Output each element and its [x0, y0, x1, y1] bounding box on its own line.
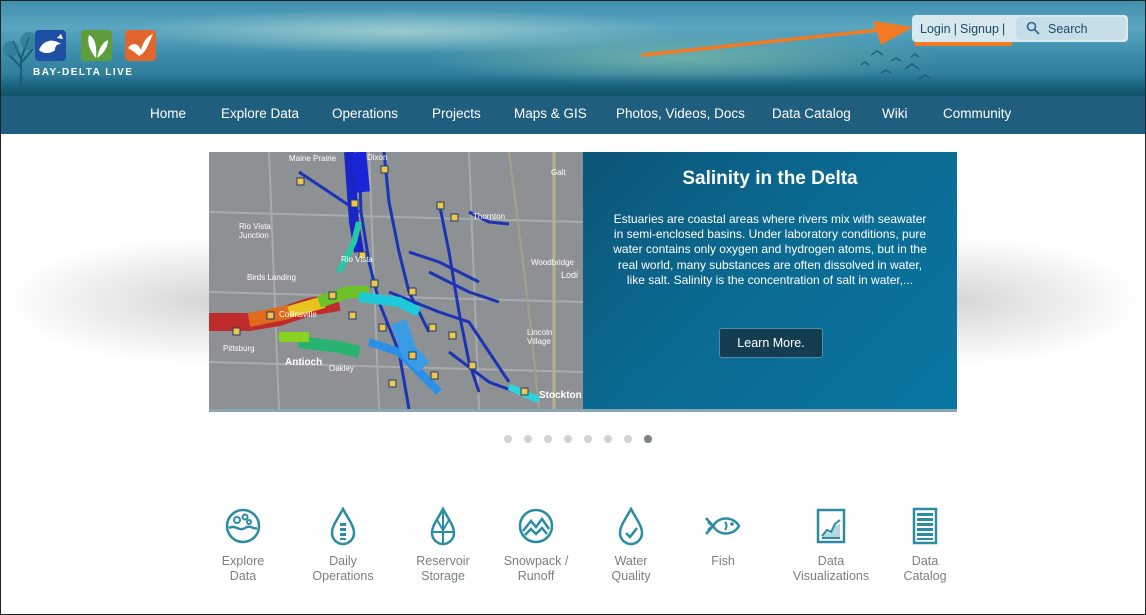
map-label: Stockton — [539, 390, 582, 401]
data-visualizations-icon — [816, 508, 846, 544]
login-highlight-underline — [914, 42, 1012, 46]
carousel-dot-7[interactable] — [624, 435, 632, 443]
nav-community[interactable]: Community — [943, 106, 1011, 121]
nav-home[interactable]: Home — [150, 106, 186, 121]
category-label: Explore Data — [221, 554, 265, 583]
nav-data-catalog[interactable]: Data Catalog — [772, 106, 851, 121]
separator: | — [1001, 21, 1006, 36]
nav-explore-data[interactable]: Explore Data — [221, 106, 299, 121]
category-label: Snowpack / Runoff — [503, 554, 569, 583]
map-label: Galt — [551, 168, 566, 177]
data-catalog-icon — [912, 507, 938, 545]
carousel-dots — [504, 435, 652, 443]
category-daily-operations[interactable]: Daily Operations — [293, 506, 393, 584]
category-snowpack-runoff[interactable]: Snowpack / Runoff — [486, 506, 586, 584]
signup-link[interactable]: Signup — [960, 22, 999, 36]
category-explore-data[interactable]: Explore Data — [193, 506, 293, 584]
category-data-catalog[interactable]: Data Catalog — [875, 506, 975, 584]
category-links: Explore Data Daily Operations Reservoir … — [1, 506, 1145, 606]
carousel-dot-5[interactable] — [584, 435, 592, 443]
nav-maps-gis[interactable]: Maps & GIS — [514, 106, 587, 121]
map-label: Maine Prairie — [289, 154, 337, 163]
search-box[interactable] — [1016, 17, 1126, 40]
category-data-visualizations[interactable]: Data Visualizations — [781, 506, 881, 584]
learn-more-button[interactable]: Learn More. — [719, 328, 823, 358]
carousel-dot-3[interactable] — [544, 435, 552, 443]
search-icon[interactable] — [1026, 21, 1040, 35]
site-logo[interactable]: BAY-DELTA LIVE — [33, 30, 163, 90]
daily-operations-icon — [330, 506, 356, 546]
account-bar: Login | Signup | — [912, 15, 1128, 42]
map-label: Thornton — [473, 212, 506, 221]
nav-photos-videos-docs[interactable]: Photos, Videos, Docs — [616, 106, 745, 121]
carousel-dot-2[interactable] — [524, 435, 532, 443]
salinity-map[interactable]: Maine Prairie Dixon Rio Vista Junction R… — [209, 152, 583, 409]
carousel-dot-1[interactable] — [504, 435, 512, 443]
category-label: Daily Operations — [312, 554, 374, 583]
annotation-arrow-icon — [641, 21, 913, 57]
header-banner: BAY-DELTA LIVE Login | Signup | — [1, 1, 1145, 96]
category-label: Water Quality — [611, 554, 651, 583]
hero-text-panel: Salinity in the Delta Estuaries are coas… — [583, 152, 957, 409]
nav-wiki[interactable]: Wiki — [882, 106, 908, 121]
map-label: Rio Vista — [341, 255, 373, 264]
snowpack-runoff-icon — [518, 508, 554, 544]
map-label: Oakley — [329, 364, 354, 373]
water-quality-icon — [618, 506, 644, 546]
separator: | — [953, 21, 957, 36]
search-input[interactable] — [1048, 19, 1122, 38]
bird-logo-icon — [125, 30, 156, 61]
explore-data-icon — [225, 508, 261, 544]
category-label: Data Visualizations — [792, 554, 870, 583]
category-label: Data Catalog — [903, 554, 947, 583]
map-label: Pittsburg — [223, 344, 255, 353]
hero-body: Estuaries are coastal areas where rivers… — [613, 212, 927, 287]
map-label: Rio Vista Junction — [239, 222, 271, 240]
category-label: Reservoir Storage — [416, 554, 470, 583]
carousel-dot-6[interactable] — [604, 435, 612, 443]
nav-projects[interactable]: Projects — [432, 106, 481, 121]
main-nav: Home Explore Data Operations Projects Ma… — [1, 96, 1145, 134]
hero-slide[interactable]: Maine Prairie Dixon Rio Vista Junction R… — [209, 152, 957, 412]
map-label: Lincoln Village — [527, 328, 553, 346]
hero-title: Salinity in the Delta — [682, 168, 858, 189]
category-label: Fish — [711, 554, 735, 568]
map-label: Antioch — [285, 357, 323, 368]
fish-icon — [705, 517, 741, 535]
leaf-logo-icon — [81, 30, 112, 61]
page-frame: BAY-DELTA LIVE Login | Signup | Home Exp… — [0, 0, 1146, 615]
map-label: Woodbridge — [531, 258, 574, 267]
map-label: Dixon — [367, 153, 388, 162]
login-link[interactable]: Login — [920, 22, 951, 36]
map-label: Collinsville — [279, 310, 317, 319]
reservoir-storage-icon — [430, 506, 456, 546]
category-reservoir-storage[interactable]: Reservoir Storage — [393, 506, 493, 584]
logo-wordmark: BAY-DELTA LIVE — [33, 67, 134, 78]
whale-logo-icon — [35, 30, 66, 61]
map-label: Lodi — [561, 270, 579, 280]
slide-bottom-bar — [209, 409, 957, 412]
carousel-dot-8[interactable] — [644, 435, 652, 443]
nav-operations[interactable]: Operations — [332, 106, 398, 121]
map-label: Birds Landing — [247, 273, 296, 282]
category-fish[interactable]: Fish — [673, 506, 773, 569]
category-water-quality[interactable]: Water Quality — [581, 506, 681, 584]
carousel-dot-4[interactable] — [564, 435, 572, 443]
